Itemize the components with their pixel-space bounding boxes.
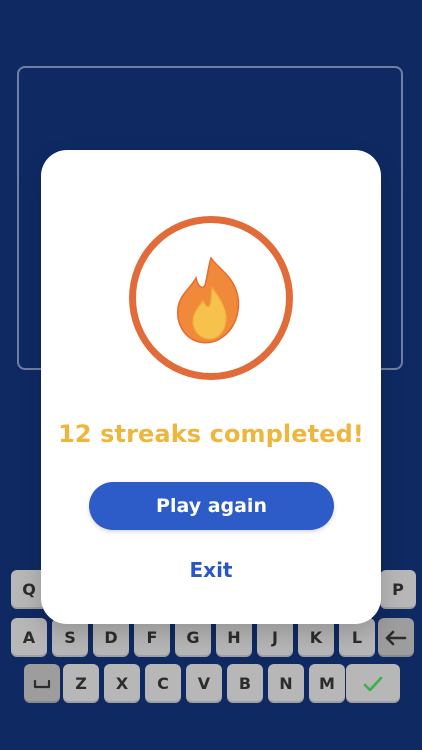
key-a[interactable]: A — [11, 618, 47, 657]
key-c[interactable]: C — [145, 664, 181, 703]
enter-key[interactable] — [346, 664, 400, 703]
backspace-key[interactable] — [378, 618, 414, 657]
key-z[interactable]: Z — [63, 664, 99, 703]
key-x[interactable]: X — [104, 664, 140, 703]
space-key[interactable] — [24, 664, 60, 703]
key-v[interactable]: V — [186, 664, 222, 703]
key-m[interactable]: M — [309, 664, 345, 703]
exit-button[interactable]: Exit — [41, 558, 381, 582]
space-key-icon — [33, 678, 51, 690]
key-p[interactable]: P — [380, 570, 416, 609]
play-again-button[interactable]: Play again — [89, 482, 334, 530]
streak-message: 12 streaks completed! — [58, 420, 364, 448]
flame-icon — [174, 254, 248, 346]
backspace-icon — [385, 630, 407, 646]
streak-complete-modal: 12 streaks completed! Play again Exit — [41, 150, 381, 624]
key-b[interactable]: B — [227, 664, 263, 703]
key-n[interactable]: N — [268, 664, 304, 703]
check-icon — [363, 676, 383, 692]
